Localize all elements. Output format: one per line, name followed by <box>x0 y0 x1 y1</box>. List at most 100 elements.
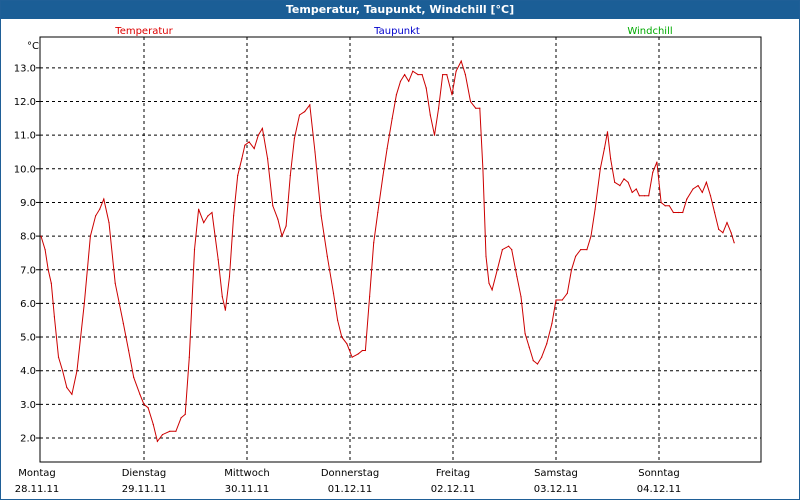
x-tick-date: 28.11.11 <box>15 484 60 495</box>
legend: Temperatur Taupunkt Windchill <box>114 26 672 37</box>
x-tick-date: 02.12.11 <box>431 484 476 495</box>
data-point <box>281 235 283 237</box>
x-tick-day: Montag <box>18 468 55 479</box>
chart-plot: 2.0 3.0 4.0 5.0 6.0 7.0 8.0 9.0 10.0 11.0 12.0 13.0… <box>14 26 762 495</box>
y-axis-unit: °C <box>27 41 39 52</box>
y-tick-label: 7.0 <box>20 265 36 276</box>
data-point <box>377 211 379 214</box>
data-point <box>244 144 246 146</box>
data-point <box>508 245 510 247</box>
data-point <box>692 188 694 190</box>
data-point <box>40 235 42 237</box>
data-point <box>623 178 625 180</box>
data-point <box>614 181 616 183</box>
x-tick-day: Mittwoch <box>224 468 269 479</box>
data-point <box>546 343 548 345</box>
data-point <box>161 434 164 436</box>
data-point <box>99 208 101 210</box>
legend-item: Taupunkt <box>373 26 420 37</box>
data-point <box>455 70 457 72</box>
y-tick-labels: 2.0 3.0 4.0 5.0 6.0 7.0 8.0 9.0 10.0 11.0 12.0 13.0 <box>14 63 36 444</box>
data-point <box>586 249 588 251</box>
data-point <box>83 302 85 304</box>
legend-item: Windchill <box>627 26 672 37</box>
data-point <box>520 296 522 298</box>
data-point <box>610 158 612 160</box>
x-tick-date: 01.12.11 <box>328 484 373 495</box>
data-point <box>730 232 732 234</box>
data-point <box>369 296 371 298</box>
data-point <box>143 403 145 405</box>
data-point <box>638 195 641 197</box>
data-point <box>516 275 518 278</box>
data-point <box>482 168 484 170</box>
data-point <box>89 235 91 237</box>
data-point <box>364 349 366 352</box>
data-point <box>57 356 60 358</box>
data-point <box>309 104 311 106</box>
data-point <box>501 249 503 251</box>
data-point <box>357 353 359 355</box>
x-tick-day: Donnerstag <box>321 468 379 479</box>
data-point <box>726 222 728 224</box>
data-point <box>351 356 353 358</box>
data-point <box>541 356 543 358</box>
data-point <box>701 191 703 193</box>
data-point <box>528 346 530 348</box>
data-point <box>714 211 716 214</box>
data-point <box>198 208 200 210</box>
data-point <box>103 198 105 200</box>
data-point <box>326 255 328 257</box>
data-point <box>718 228 720 230</box>
y-tick-label: 8.0 <box>20 232 36 243</box>
data-point <box>184 413 186 415</box>
data-point <box>619 185 621 187</box>
data-point <box>391 117 393 119</box>
y-tick-label: 3.0 <box>20 400 36 411</box>
data-point <box>442 74 444 76</box>
data-point <box>631 191 633 193</box>
data-point <box>580 249 582 251</box>
data-point <box>644 195 646 197</box>
data-point <box>133 376 135 378</box>
data-point <box>469 100 472 103</box>
data-point <box>460 60 462 62</box>
data-point <box>395 94 397 96</box>
data-point <box>488 282 490 284</box>
data-point <box>175 430 177 432</box>
data-point <box>438 107 440 109</box>
data-point <box>203 222 205 224</box>
data-point <box>298 114 301 116</box>
data-point <box>408 80 410 82</box>
data-point <box>66 386 68 389</box>
data-point <box>139 393 141 395</box>
data-point <box>635 188 637 190</box>
data-point <box>606 131 609 133</box>
x-tick-date: 30.11.11 <box>225 484 270 495</box>
x-tick-date: 03.12.11 <box>534 484 579 495</box>
data-point <box>475 107 477 109</box>
data-point <box>672 211 675 214</box>
data-point <box>221 296 223 298</box>
data-point <box>421 74 423 76</box>
x-tick-day: Dienstag <box>122 468 167 479</box>
data-point <box>404 74 406 76</box>
data-point <box>217 259 219 261</box>
x-tick-day: Sonntag <box>638 468 680 479</box>
y-tick-label: 13.0 <box>14 63 36 74</box>
data-point <box>193 249 196 251</box>
y-tick-label: 2.0 <box>20 434 36 445</box>
data-point <box>697 185 699 187</box>
data-point <box>551 323 553 325</box>
data-point <box>224 309 226 311</box>
data-point <box>152 423 154 426</box>
data-point <box>257 134 259 136</box>
data-point <box>709 195 712 197</box>
legend-item: Temperatur <box>114 26 173 37</box>
x-tick-day: Samstag <box>534 468 578 479</box>
data-point <box>656 161 658 163</box>
data-point <box>50 282 52 284</box>
data-point <box>53 316 56 318</box>
data-point <box>660 201 662 204</box>
data-point <box>627 181 629 183</box>
